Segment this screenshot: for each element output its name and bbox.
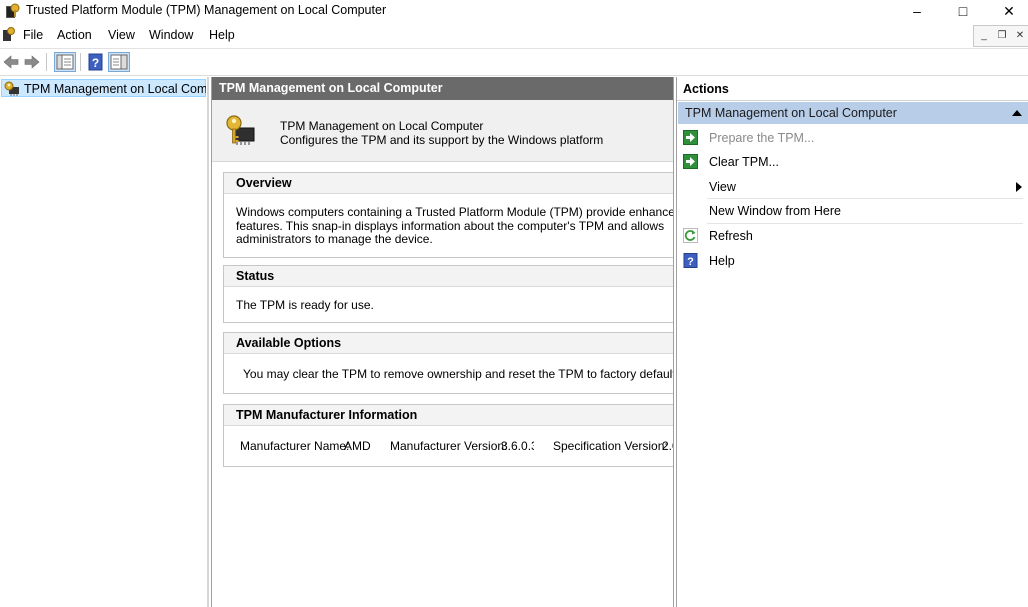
action-separator — [707, 223, 1023, 224]
mdi-minimize-button[interactable]: _ — [975, 29, 993, 43]
overview-header: Overview — [224, 173, 673, 194]
snapin-info-description: Configures the TPM and its support by th… — [280, 133, 604, 147]
overview-section: Overview Windows computers containing a … — [223, 172, 673, 258]
actions-pane: Actions TPM Management on Local Computer… — [676, 77, 1028, 607]
snapin-info-banner: TPM Management on Local Computer Configu… — [212, 100, 673, 162]
available-options-header: Available Options — [224, 333, 673, 354]
show-hide-action-pane-icon[interactable] — [108, 52, 130, 72]
manufacturer-title: TPM Manufacturer Information — [236, 408, 418, 422]
available-options-text: You may clear the TPM to remove ownershi… — [243, 367, 674, 381]
help-icon: ? — [683, 253, 698, 268]
actions-title: Actions — [683, 82, 729, 96]
console-tree: TPM Management on Local Computer — [0, 77, 209, 607]
result-pane-title: TPM Management on Local Computer — [219, 81, 443, 95]
mdi-controls: _ ❐ ✕ — [973, 25, 1028, 47]
system-menu-icon[interactable] — [2, 27, 16, 42]
menu-action[interactable]: Action — [57, 28, 92, 42]
overview-text: Windows computers containing a Trusted P… — [236, 205, 673, 247]
actions-group-header[interactable]: TPM Management on Local Computer — [678, 102, 1028, 124]
menu-window[interactable]: Window — [149, 28, 193, 42]
tpm-app-icon — [6, 3, 20, 18]
snapin-info-title: TPM Management on Local Computer — [280, 119, 484, 133]
status-section: Status The TPM is ready for use. — [223, 265, 673, 323]
manufacturer-header: TPM Manufacturer Information — [224, 405, 673, 426]
tree-item-label: TPM Management on Local Computer — [24, 82, 206, 96]
toolbar: ? — [0, 48, 1028, 76]
back-arrow-icon[interactable] — [2, 53, 20, 71]
maximize-button[interactable]: □ — [940, 0, 986, 22]
actions-group-title: TPM Management on Local Computer — [685, 106, 897, 120]
menu-view[interactable]: View — [108, 28, 135, 42]
status-title: Status — [236, 269, 275, 283]
show-hide-console-tree-icon[interactable] — [54, 52, 76, 72]
toolbar-separator — [46, 53, 47, 71]
specification-version-label: Specification Version: — [553, 439, 668, 453]
title-bar: Trusted Platform Module (TPM) Management… — [0, 0, 1028, 22]
manufacturer-version-label: Manufacturer Version: — [390, 439, 508, 453]
manufacturer-section: TPM Manufacturer Information Manufacture… — [223, 404, 673, 467]
tpm-chip-key-icon — [226, 115, 255, 145]
manufacturer-name-value: AMD — [344, 439, 371, 453]
svg-text:?: ? — [92, 56, 99, 70]
tpm-key-icon — [4, 81, 19, 96]
forward-arrow-icon[interactable] — [23, 53, 41, 71]
action-label: Help — [709, 254, 735, 268]
green-arrow-icon — [683, 154, 698, 169]
minimize-button[interactable]: – — [894, 0, 940, 22]
specification-version-value: 2.0 — [662, 439, 673, 453]
action-label: View — [709, 180, 736, 194]
action-new-window[interactable]: New Window from Here — [683, 200, 1023, 222]
submenu-arrow-icon — [1016, 182, 1022, 192]
action-label: Clear TPM... — [709, 155, 779, 169]
action-refresh[interactable]: Refresh — [683, 225, 1023, 247]
result-pane-header: TPM Management on Local Computer — [212, 77, 673, 100]
menu-help[interactable]: Help — [209, 28, 235, 42]
action-separator — [707, 198, 1023, 199]
status-header: Status — [224, 266, 673, 287]
mdi-restore-button[interactable]: ❐ — [993, 29, 1011, 43]
help-icon[interactable]: ? — [87, 53, 105, 71]
manufacturer-version-value: 3.6.0.3 — [501, 440, 534, 453]
collapse-arrow-icon[interactable] — [1012, 110, 1022, 116]
menu-bar: File Action View Window Help — [0, 23, 1028, 47]
overview-line: features. This snap-in displays informat… — [236, 218, 665, 233]
action-clear-tpm[interactable]: Clear TPM... — [683, 151, 1023, 173]
action-view[interactable]: View — [683, 176, 1023, 198]
window-title: Trusted Platform Module (TPM) Management… — [26, 3, 387, 17]
action-label: Prepare the TPM... — [709, 131, 815, 145]
result-pane: TPM Management on Local Computer TPM Man… — [211, 77, 674, 607]
menu-file[interactable]: File — [23, 28, 43, 42]
action-label: Refresh — [709, 229, 753, 243]
action-prepare-tpm[interactable]: Prepare the TPM... — [683, 127, 1023, 149]
action-help[interactable]: ? Help — [683, 250, 1023, 272]
action-label: New Window from Here — [709, 204, 841, 218]
green-arrow-icon — [683, 130, 698, 145]
overview-title: Overview — [236, 176, 292, 190]
overview-line: Windows computers containing a Trusted P… — [236, 205, 673, 219]
svg-text:?: ? — [687, 256, 694, 268]
actions-header: Actions — [677, 77, 1028, 101]
status-text: The TPM is ready for use. — [236, 298, 374, 312]
manufacturer-name-label: Manufacturer Name: — [240, 439, 350, 453]
tree-item-tpm-management[interactable]: TPM Management on Local Computer — [1, 79, 206, 97]
close-button[interactable]: ✕ — [986, 0, 1028, 22]
mdi-close-button[interactable]: ✕ — [1011, 29, 1028, 43]
available-options-title: Available Options — [236, 336, 342, 350]
overview-line: administrators to manage the device. — [236, 232, 433, 246]
toolbar-separator — [80, 53, 81, 71]
available-options-section: Available Options You may clear the TPM … — [223, 332, 674, 394]
refresh-icon — [683, 228, 698, 243]
